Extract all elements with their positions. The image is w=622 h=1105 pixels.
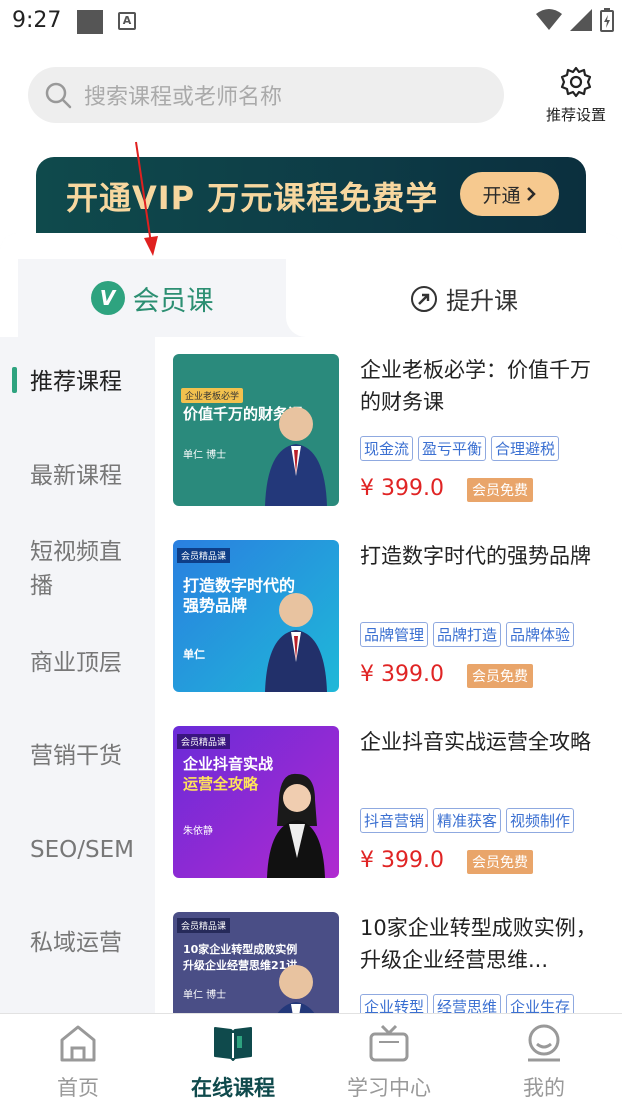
search-input[interactable]: 搜索课程或老师名称 [28, 67, 504, 123]
thumb-tag: 企业老板必学 [181, 388, 244, 403]
status-icons [536, 8, 614, 32]
course-price: ¥ 399.0 [360, 848, 444, 873]
course-title: 打造数字时代的强势品牌 [360, 544, 591, 568]
battery-icon [600, 8, 614, 32]
course-tag: 企业生存 [506, 994, 575, 1013]
course-type-tabs: V 会员课 提升课 [0, 233, 622, 337]
wifi-icon [536, 9, 562, 30]
member-free-badge: 会员免费 [467, 478, 533, 502]
bottom-navigation: 首页 在线课程 学习中心 我的 [0, 1013, 622, 1105]
tab-member-label: 会员课 [132, 285, 214, 317]
category-sidebar: 推荐课程 最新课程 短视频直播 商业顶层 营销干货 SEO/SEM 私域运营 [0, 337, 155, 1013]
course-price: ¥ 399.0 [360, 476, 444, 501]
tv-icon [369, 1024, 409, 1062]
nav-online-courses-label: 在线课程 [191, 1076, 275, 1100]
thumb-name: 单仁 [183, 648, 205, 661]
status-time: 9:27 [12, 8, 62, 33]
home-icon [60, 1025, 96, 1062]
course-panel: V 会员课 提升课 推荐课程 最新课程 短视频直播 商业顶层 营销干货 SEO/… [0, 233, 622, 1013]
course-tag: 品牌管理 [360, 622, 429, 647]
gear-icon [560, 66, 592, 98]
notification-square-icon [77, 10, 103, 34]
course-tag: 经营思维 [433, 994, 502, 1013]
nav-home-label: 首页 [57, 1076, 99, 1100]
open-vip-button[interactable]: 开通 [460, 172, 559, 216]
category-seo-sem[interactable]: SEO/SEM [30, 833, 142, 867]
course-tag: 合理避税 [491, 436, 560, 461]
category-latest[interactable]: 最新课程 [30, 459, 142, 493]
course-tag: 品牌打造 [433, 622, 502, 647]
instructor-photo [267, 773, 325, 878]
status-bar: 9:27 A [0, 0, 622, 44]
vip-banner[interactable]: 开通VIP 万元课程免费学 开通 [36, 157, 586, 233]
course-tag: 抖音营销 [360, 808, 429, 833]
nav-learning-center-label: 学习中心 [347, 1076, 431, 1100]
instructor-photo [265, 407, 327, 506]
course-tags: 品牌管理 品牌打造 品牌体验 [360, 622, 575, 647]
member-free-badge: 会员免费 [467, 850, 533, 874]
thumb-title: 企业抖音实战 [183, 755, 274, 773]
settings-label: 推荐设置 [545, 106, 606, 124]
course-tags: 现金流 盈亏平衡 合理避税 [360, 436, 560, 461]
category-private-domain[interactable]: 私域运营 [30, 926, 142, 960]
thumb-title-line2: 强势品牌 [183, 596, 248, 615]
course-item[interactable]: 会员精品课 打造数字时代的 强势品牌 单仁 打造数字时代的强势品牌 品牌管理 品… [173, 540, 613, 720]
course-title: 企业老板必学：价值千万的财务课 [360, 358, 591, 414]
thumb-tag: 会员精品课 [177, 734, 231, 749]
course-tag: 企业转型 [360, 994, 429, 1013]
course-tags: 抖音营销 精准获客 视频制作 [360, 808, 575, 833]
course-list: 企业老板必学 价值千万的财务课 单仁 博士 企业老板必学：价值千万的财务课 现金… [155, 337, 622, 1013]
notification-a-icon: A [118, 12, 136, 30]
instructor-photo [277, 965, 315, 1013]
category-marketing[interactable]: 营销干货 [30, 739, 142, 773]
vip-v-icon: V [90, 281, 125, 315]
nav-learning-center[interactable]: 学习中心 [329, 1022, 449, 1102]
nav-profile-label: 我的 [523, 1076, 565, 1100]
category-business-top[interactable]: 商业顶层 [30, 646, 142, 680]
thumb-tag: 会员精品课 [177, 918, 231, 933]
thumb-name: 单仁 博士 [183, 450, 227, 461]
course-item[interactable]: 会员精品课 企业抖音实战 运营全攻略 朱依静 企业抖音实战运营全攻略 抖音营销 … [173, 726, 613, 906]
book-icon [214, 1027, 252, 1061]
search-placeholder: 搜索课程或老师名称 [84, 85, 283, 110]
thumb-name: 单仁 博士 [183, 990, 227, 1001]
banner-text: 开通VIP 万元课程免费学 [66, 179, 439, 217]
course-item[interactable]: 会员精品课 10家企业转型成败实例 升级企业经营思维21讲 单仁 博士 10家企… [173, 912, 613, 1013]
active-category-indicator [12, 367, 17, 393]
search-icon [45, 82, 72, 109]
course-thumbnail: 企业老板必学 价值千万的财务课 单仁 博士 [173, 354, 339, 506]
course-tag: 现金流 [360, 436, 414, 461]
profile-icon [528, 1024, 560, 1062]
instructor-photo [265, 593, 327, 692]
course-tag: 盈亏平衡 [418, 436, 487, 461]
course-tag: 品牌体验 [506, 622, 575, 647]
chevron-right-icon [526, 187, 536, 201]
tab-upgrade-label: 提升课 [446, 287, 518, 315]
thumb-name: 朱依静 [183, 826, 213, 837]
tab-upgrade-courses[interactable]: 提升课 [410, 281, 518, 316]
category-recommended[interactable]: 推荐课程 [30, 365, 142, 399]
course-tags: 企业转型 经营思维 企业生存 [360, 994, 575, 1013]
member-free-badge: 会员免费 [467, 664, 533, 688]
nav-profile[interactable]: 我的 [484, 1022, 604, 1102]
course-thumbnail: 会员精品课 企业抖音实战 运营全攻略 朱依静 [173, 726, 339, 878]
course-price: ¥ 399.0 [360, 662, 444, 687]
signal-icon [570, 9, 592, 31]
upgrade-arrow-icon [411, 285, 437, 312]
tab-member-courses[interactable]: V 会员课 [18, 259, 286, 337]
recommend-settings-button[interactable]: 推荐设置 [540, 66, 612, 125]
course-tag: 精准获客 [433, 808, 502, 833]
open-vip-label: 开通 [482, 184, 521, 207]
course-tag: 视频制作 [506, 808, 575, 833]
course-thumbnail: 会员精品课 打造数字时代的 强势品牌 单仁 [173, 540, 339, 692]
course-title: 10家企业转型成败实例，升级企业经营思维... [360, 916, 597, 972]
category-short-video-live[interactable]: 短视频直播 [30, 535, 142, 603]
course-item[interactable]: 企业老板必学 价值千万的财务课 单仁 博士 企业老板必学：价值千万的财务课 现金… [173, 354, 613, 534]
course-thumbnail: 会员精品课 10家企业转型成败实例 升级企业经营思维21讲 单仁 博士 [173, 912, 339, 1013]
course-title: 企业抖音实战运营全攻略 [360, 730, 591, 754]
nav-home[interactable]: 首页 [18, 1022, 138, 1102]
nav-online-courses[interactable]: 在线课程 [173, 1022, 293, 1102]
thumb-title-line2: 运营全攻略 [183, 775, 259, 793]
thumb-tag: 会员精品课 [177, 548, 231, 563]
